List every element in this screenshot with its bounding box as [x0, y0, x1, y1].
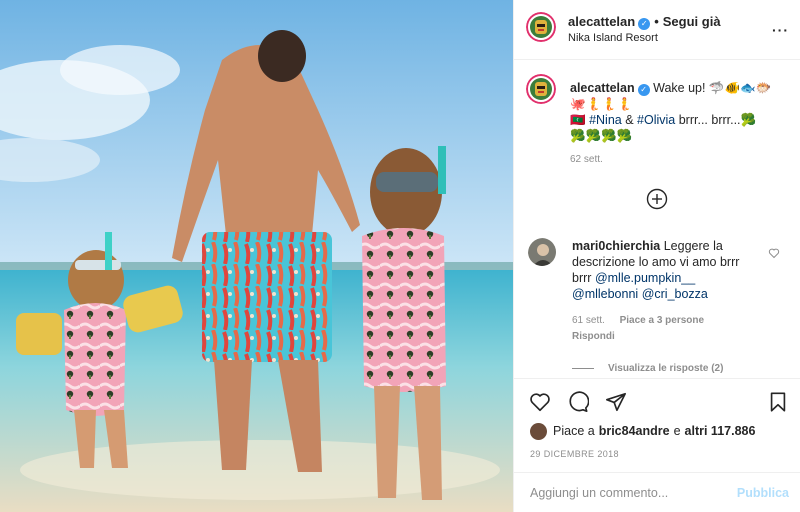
publish-button[interactable]: Pubblica — [737, 486, 789, 500]
bookmark-icon[interactable] — [767, 391, 789, 413]
likes-conj: e — [673, 424, 681, 438]
heart-icon[interactable] — [529, 391, 551, 413]
post-caption: alecattelan ✓ Wake up! 🦈🐠🐟🐡 🐙🧜🧜🧜 🇲🇻 #Nina… — [570, 80, 795, 144]
separator-dot: • — [654, 14, 659, 29]
caption-time[interactable]: 62 sett. — [570, 154, 603, 165]
author-username[interactable]: alecattelan — [568, 14, 635, 29]
liker-username[interactable]: bric84andre — [599, 424, 670, 438]
likes-summary: Piace a bric84andre e altri 117.886 — [530, 422, 759, 440]
post-photo[interactable] — [0, 0, 513, 512]
add-comment-bar: Pubblica — [514, 472, 800, 512]
view-replies-link[interactable]: Visualizza le risposte (2) — [572, 363, 723, 374]
caption-text-1: Wake up! 🦈🐠🐟🐡 — [653, 81, 772, 95]
caption-text-2: 🐙🧜🧜🧜 — [570, 97, 633, 111]
reply-button[interactable]: Rispondi — [572, 331, 615, 342]
likes-prefix: Piace a — [553, 424, 595, 438]
caption-amp: & — [621, 113, 638, 127]
caption-flag: 🇲🇻 — [570, 113, 586, 127]
post-header: alecattelan ✓ • Segui già Nika Island Resor… — [514, 0, 800, 60]
paper-plane-icon[interactable] — [605, 391, 627, 413]
comment-time[interactable]: 61 sett. — [572, 315, 605, 326]
comment-input[interactable] — [530, 483, 730, 503]
beach-photo-illustration — [0, 0, 513, 512]
commenter-avatar[interactable] — [528, 238, 556, 266]
author-name-row: alecattelan ✓ • Segui già — [568, 14, 721, 30]
caption-text-4: 🥦🥦🥦🥦 — [570, 129, 633, 143]
verified-badge-icon: ✓ — [638, 18, 651, 30]
comment-likes-count[interactable]: Piace a 3 persone — [620, 315, 705, 326]
comment-body: mari0chierchia Leggere la descrizione lo… — [572, 238, 757, 302]
mention-mlle-pumpkin[interactable]: @mlle.pumpkin__ — [595, 271, 695, 285]
plus-circle-icon[interactable] — [646, 188, 668, 210]
post-side-panel: alecattelan ✓ • Segui già Nika Island Resor… — [513, 0, 800, 512]
action-bar — [514, 378, 800, 422]
caption-author-avatar[interactable] — [526, 74, 556, 104]
comment-meta: 61 sett. Piace a 3 persone — [572, 315, 716, 326]
more-icon[interactable]: ··· — [772, 22, 789, 38]
comment-bubble-icon[interactable] — [567, 391, 589, 413]
likes-others-count[interactable]: altri 117.886 — [685, 424, 756, 438]
commenter-username[interactable]: mari0chierchia — [572, 239, 660, 253]
following-button[interactable]: Segui già — [663, 14, 721, 29]
verified-badge-icon: ✓ — [637, 84, 650, 96]
hashtag-nina[interactable]: #Nina — [589, 113, 622, 127]
comment-like-heart-icon[interactable] — [768, 247, 780, 259]
mention-cri-bozza[interactable]: @cri_bozza — [642, 287, 708, 301]
hashtag-olivia[interactable]: #Olivia — [637, 113, 675, 127]
post-date[interactable]: 29 DICEMBRE 2018 — [530, 449, 619, 459]
author-avatar[interactable] — [526, 12, 556, 42]
post-location[interactable]: Nika Island Resort — [568, 32, 658, 44]
caption-username[interactable]: alecattelan — [570, 81, 635, 95]
caption-text-3: brrr... brrr...🥦 — [675, 113, 757, 127]
mention-mllebonni[interactable]: @mllebonni — [572, 287, 638, 301]
instagram-post: alecattelan ✓ • Segui già Nika Island Resor… — [0, 0, 800, 512]
liker-avatar[interactable] — [530, 422, 547, 440]
